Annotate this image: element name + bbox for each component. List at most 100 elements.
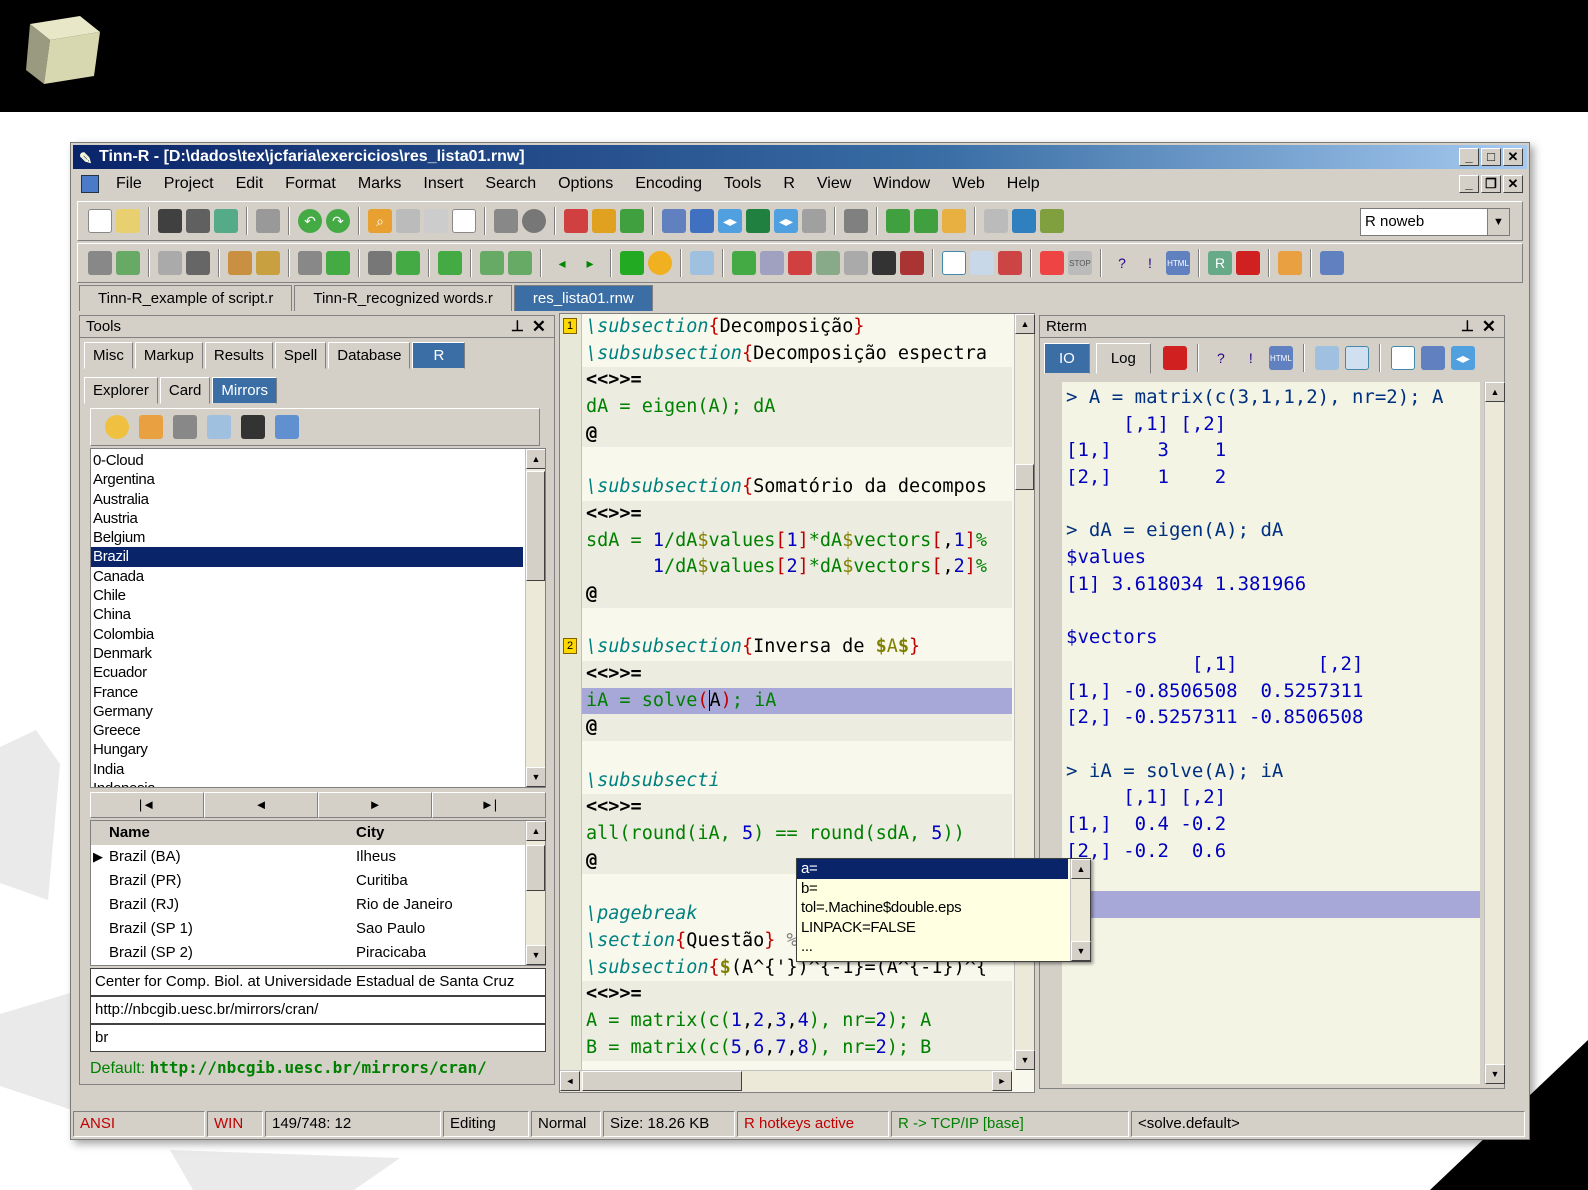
html-icon[interactable]: HTML [1268,346,1293,370]
menu-tools[interactable]: Tools [713,175,772,193]
feather-icon[interactable] [1320,251,1344,275]
editor-hscroll[interactable]: ◄ ► [560,1070,1012,1092]
sun-icon[interactable] [648,251,672,275]
reload-icon[interactable] [214,209,238,233]
window-icon[interactable] [746,209,770,233]
popup-scrollbar[interactable]: ▲ ▼ [1070,859,1091,961]
menu-project[interactable]: Project [153,175,225,193]
menu-encoding[interactable]: Encoding [624,175,713,193]
page-icon[interactable] [1344,346,1369,370]
tab-misc[interactable]: Misc [84,342,133,369]
country-list-item[interactable]: Greece [91,721,523,740]
quill-icon[interactable] [872,251,896,275]
table-row[interactable]: Brazil (SP 1) Sao Paulo [91,917,545,941]
format-icon[interactable] [844,209,868,233]
flag-icon[interactable] [1236,251,1260,275]
home-icon[interactable] [1278,251,1302,275]
print-icon[interactable] [256,209,280,233]
bookmark-2-icon[interactable]: 2 [563,638,577,654]
flag-icon[interactable] [1162,346,1187,370]
list-icon[interactable] [298,251,322,275]
send-block-icon[interactable] [186,251,210,275]
indent-icon[interactable] [984,209,1008,233]
autocomplete-item[interactable]: LINPACK=FALSE [797,918,1068,938]
copy-icon[interactable] [207,415,231,439]
last-record-button[interactable]: ►| [432,792,546,818]
country-list-item[interactable]: Colombia [91,625,523,644]
menu-format[interactable]: Format [274,175,347,193]
help-icon[interactable]: ? [1208,346,1233,370]
scroll-thumb[interactable] [1015,464,1034,490]
run-icon[interactable] [914,209,938,233]
tab-explorer[interactable]: Explorer [84,377,158,404]
mirror-host-field[interactable]: Center for Comp. Biol. at Universidade E… [90,968,546,996]
brush-icon[interactable] [1040,209,1064,233]
scroll-down-icon[interactable]: ▼ [526,767,545,787]
country-list[interactable]: 0-Cloud Argentina Australia Austria Belgium B… [90,448,546,788]
table-row[interactable]: Brazil (RJ) Rio de Janeiro [91,893,545,917]
gear-icon[interactable] [522,209,546,233]
menu-marks[interactable]: Marks [347,175,413,193]
quill-icon[interactable] [241,415,265,439]
country-list-item[interactable]: Germany [91,702,523,721]
rterm-console[interactable]: > A = matrix(c(3,1,1,2), nr=2); A [,1] [… [1062,382,1480,1084]
scroll-left-icon[interactable]: ◄ [560,1071,580,1091]
mirror-url-field[interactable]: http://nbcgib.uesc.br/mirrors/cran/ [90,996,546,1024]
col-name-header[interactable]: Name [91,821,356,845]
grid-scrollbar[interactable]: ▲ ▼ [525,821,546,965]
page-icon[interactable] [452,209,476,233]
open-file-icon[interactable] [116,209,140,233]
mdi-close-button[interactable]: ✕ [1503,175,1523,193]
menu-options[interactable]: Options [547,175,624,193]
scroll-down-icon[interactable]: ▼ [526,945,546,965]
tools-icon[interactable] [802,209,826,233]
split-icon[interactable]: ◂▸ [718,209,742,233]
autocomplete-item[interactable]: b= [797,879,1068,899]
tag-icon[interactable] [690,251,714,275]
redo-icon[interactable]: ↷ [326,209,350,233]
scroll-up-icon[interactable]: ▲ [1015,314,1035,334]
arrows-icon[interactable]: ◂▸ [774,209,798,233]
chart-icon[interactable] [970,251,994,275]
mdi-minimize-button[interactable]: _ [1459,175,1479,193]
country-list-item[interactable]: Austria [91,509,523,528]
country-list-item[interactable]: Hungary [91,740,523,759]
table-row[interactable]: ▶ Brazil (BA) Ilheus [91,845,545,869]
hand-green-icon[interactable] [620,209,644,233]
new-file-icon[interactable] [88,209,112,233]
plot-icon[interactable] [788,251,812,275]
mirrors-grid[interactable]: Name City ▶ Brazil (BA) Ilheus Brazil (PR) C… [90,820,546,966]
country-list-item[interactable]: Indonesia [91,779,523,787]
scroll-up-icon[interactable]: ▲ [526,821,546,841]
columns2-icon[interactable] [844,251,868,275]
country-list-item[interactable]: India [91,760,523,779]
table-row[interactable]: Brazil (PR) Curitiba [91,869,545,893]
window-icon[interactable] [1390,346,1415,370]
rect-icon[interactable] [942,251,966,275]
menu-file[interactable]: File [105,175,153,193]
rterm-vscroll[interactable]: ▲ ▼ [1484,382,1505,1084]
list-green-icon[interactable] [326,251,350,275]
country-list-item[interactable]: Brazil [91,547,523,567]
country-list-item[interactable]: Chile [91,586,523,605]
glasses-icon[interactable] [760,251,784,275]
color-icon[interactable] [1012,209,1036,233]
close-icon[interactable]: ✕ [1482,316,1496,338]
tab-r[interactable]: R [412,342,466,369]
menu-view[interactable]: View [806,175,862,193]
next-record-button[interactable]: ► [318,792,432,818]
menu-search[interactable]: Search [474,175,547,193]
country-list-scrollbar[interactable]: ▲ ▼ [525,449,545,787]
objects-icon[interactable] [732,251,756,275]
replace-icon[interactable] [424,209,448,233]
mirror-code-field[interactable]: br [90,1024,546,1052]
close-icon[interactable]: ✕ [532,316,546,338]
send-file-icon[interactable] [88,251,112,275]
block-icon[interactable] [508,251,532,275]
scroll-down-icon[interactable]: ▼ [1071,941,1091,961]
r-logo-icon[interactable]: R [1208,251,1232,275]
col-city-header[interactable]: City [356,821,526,845]
mode-select[interactable]: R noweb ▼ [1360,208,1510,236]
scroll-up-icon[interactable]: ▲ [526,449,545,469]
prev-icon[interactable]: ◂ [550,251,574,275]
